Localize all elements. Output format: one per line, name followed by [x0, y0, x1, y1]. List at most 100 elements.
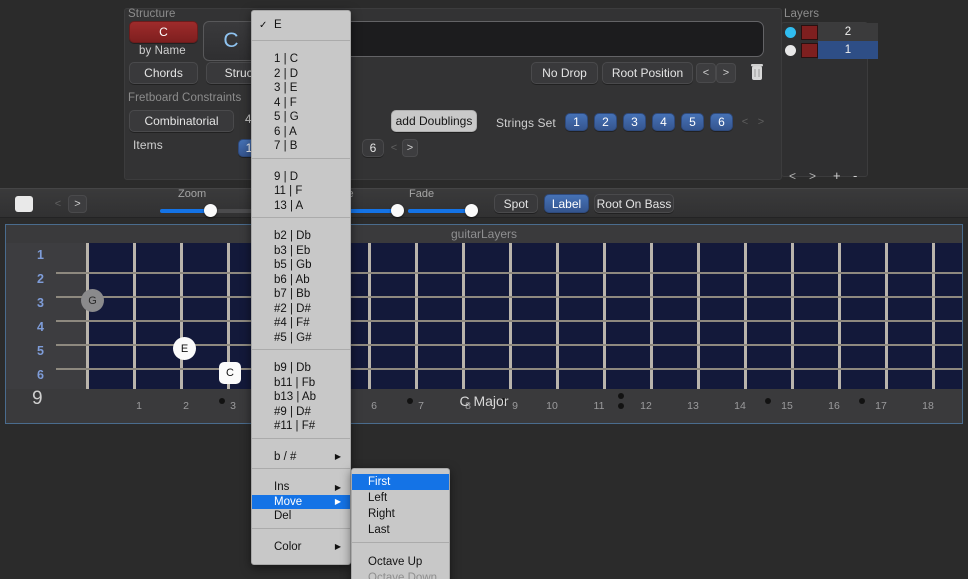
menu-item-label: #5 | G# — [274, 332, 312, 344]
menu-item-degree[interactable]: 1 | C — [252, 52, 350, 67]
distance-slider-knob[interactable] — [391, 204, 404, 217]
menu-item-degree[interactable]: 4 | F — [252, 96, 350, 111]
strings-set-2[interactable]: 2 — [594, 113, 617, 131]
menu-item-label: Color — [274, 541, 301, 553]
strings-set-4[interactable]: 4 — [652, 113, 675, 131]
note-marker[interactable]: C — [219, 362, 241, 384]
layer-color-swatch[interactable] — [801, 43, 818, 58]
items-prev-button[interactable]: < — [386, 139, 402, 157]
menu-item-alteration[interactable]: #5 | G# — [252, 331, 350, 346]
top-panel: Structure C by Name Chords Structure C N… — [0, 0, 968, 188]
no-drop-button[interactable]: No Drop — [531, 62, 598, 84]
note-context-menu[interactable]: ✓ E 1 | C 2 | D 3 | E 4 | F 5 | G 6 | A … — [251, 10, 351, 565]
zoom-slider[interactable] — [160, 203, 260, 217]
strings-set-3[interactable]: 3 — [623, 113, 646, 131]
menu-item-upper-alteration[interactable]: b11 | Fb — [252, 376, 350, 391]
zoom-slider-knob[interactable] — [204, 204, 217, 217]
chevron-right-icon: ▶ — [335, 497, 341, 506]
menu-item-degree[interactable]: 2 | D — [252, 67, 350, 82]
add-doublings-button[interactable]: add Doublings — [391, 110, 477, 132]
note-marker[interactable]: E — [173, 337, 196, 360]
submenu-item-octave-up[interactable]: Octave Up — [352, 554, 449, 570]
submenu-item-first[interactable]: First — [352, 474, 449, 490]
menu-separator — [252, 40, 350, 41]
fretboard-view[interactable]: guitarLayers 1 — [5, 224, 963, 424]
combinatorial-button[interactable]: Combinatorial — [129, 110, 234, 132]
root-chord-button[interactable]: C — [129, 21, 198, 43]
menu-item-current-note[interactable]: ✓ E — [252, 14, 350, 36]
square-toggle-button[interactable] — [15, 196, 33, 212]
menu-item-move[interactable]: Move ▶ — [252, 495, 350, 510]
layers-group-label: Layers — [784, 8, 819, 20]
chords-button[interactable]: Chords — [129, 62, 198, 84]
menu-item-label: 1 | C — [274, 53, 298, 65]
items-next-button[interactable]: > — [402, 139, 418, 157]
layer-color-swatch[interactable] — [801, 25, 818, 40]
layers-next-button[interactable]: > — [809, 169, 816, 183]
layer-number[interactable]: 1 — [818, 41, 878, 59]
menu-item-del[interactable]: Del — [252, 509, 350, 524]
menu-item-ins[interactable]: Ins ▶ — [252, 480, 350, 495]
strings-set-prev[interactable]: < — [737, 113, 753, 131]
menu-item-upper-alteration[interactable]: #9 | D# — [252, 405, 350, 420]
move-submenu[interactable]: First Left Right Last Octave Up Octave D… — [351, 468, 450, 579]
spot-button[interactable]: Spot — [494, 194, 538, 213]
string-line — [56, 368, 962, 370]
menu-item-label: b6 | Ab — [274, 274, 310, 286]
chevron-right-icon: ▶ — [335, 542, 341, 551]
menu-item-label: Octave Down — [368, 572, 437, 579]
strings-set-6[interactable]: 6 — [710, 113, 733, 131]
menu-item-degree[interactable]: 6 | A — [252, 125, 350, 140]
root-position-button[interactable]: Root Position — [602, 62, 693, 84]
strings-set-5[interactable]: 5 — [681, 113, 704, 131]
layer-visibility-dot[interactable] — [785, 45, 796, 56]
menu-item-alteration[interactable]: b7 | Bb — [252, 287, 350, 302]
menu-item-alteration[interactable]: b2 | Db — [252, 229, 350, 244]
menu-item-alteration[interactable]: b6 | Ab — [252, 273, 350, 288]
menu-item-degree[interactable]: 3 | E — [252, 81, 350, 96]
layers-remove-button[interactable]: - — [853, 168, 857, 183]
menu-item-degree[interactable]: 5 | G — [252, 110, 350, 125]
label-button[interactable]: Label — [544, 194, 589, 213]
menu-item-color[interactable]: Color ▶ — [252, 540, 350, 555]
strings-set-1[interactable]: 1 — [565, 113, 588, 131]
chord-name-label: C Major — [6, 393, 962, 409]
layer-visibility-dot[interactable] — [785, 27, 796, 38]
trash-icon[interactable] — [748, 62, 766, 84]
root-on-bass-button[interactable]: Root On Bass — [594, 194, 674, 213]
menu-item-alteration[interactable]: b5 | Gb — [252, 258, 350, 273]
view-prev-button[interactable]: < — [50, 195, 66, 213]
layer-row[interactable]: 1 — [783, 41, 878, 59]
menu-item-upper-alteration[interactable]: b13 | Ab — [252, 390, 350, 405]
menu-item-degree[interactable]: 7 | B — [252, 139, 350, 154]
menu-item-accidentals[interactable]: b / # ▶ — [252, 450, 350, 465]
fade-slider-knob[interactable] — [465, 204, 478, 217]
menu-item-extension[interactable]: 13 | A — [252, 199, 350, 214]
menu-item-upper-alteration[interactable]: b9 | Db — [252, 361, 350, 376]
menu-item-extension[interactable]: 11 | F — [252, 184, 350, 199]
layers-prev-button[interactable]: < — [789, 169, 796, 183]
view-next-button[interactable]: > — [68, 195, 87, 213]
submenu-item-right[interactable]: Right — [352, 506, 449, 522]
submenu-item-left[interactable]: Left — [352, 490, 449, 506]
items-count-button[interactable]: 6 — [362, 139, 384, 157]
string-number: 5 — [24, 344, 44, 358]
layer-number[interactable]: 2 — [818, 23, 878, 41]
menu-item-alteration[interactable]: b3 | Eb — [252, 244, 350, 259]
menu-item-upper-alteration[interactable]: #11 | F# — [252, 419, 350, 434]
menu-item-extension[interactable]: 9 | D — [252, 170, 350, 185]
fade-slider[interactable] — [408, 203, 476, 217]
chord-next-button[interactable]: > — [716, 63, 736, 83]
string-number: 3 — [24, 296, 44, 310]
note-marker[interactable]: G — [81, 289, 104, 312]
menu-separator — [252, 158, 350, 159]
app-window: Structure C by Name Chords Structure C N… — [0, 0, 968, 579]
menu-item-alteration[interactable]: #2 | D# — [252, 302, 350, 317]
menu-item-alteration[interactable]: #4 | F# — [252, 316, 350, 331]
chord-prev-button[interactable]: < — [696, 63, 716, 83]
submenu-item-last[interactable]: Last — [352, 522, 449, 538]
strings-set-next[interactable]: > — [753, 113, 769, 131]
layer-row[interactable]: 2 — [783, 23, 878, 41]
menu-item-label: #2 | D# — [274, 303, 311, 315]
layers-add-button[interactable]: + — [833, 168, 841, 183]
